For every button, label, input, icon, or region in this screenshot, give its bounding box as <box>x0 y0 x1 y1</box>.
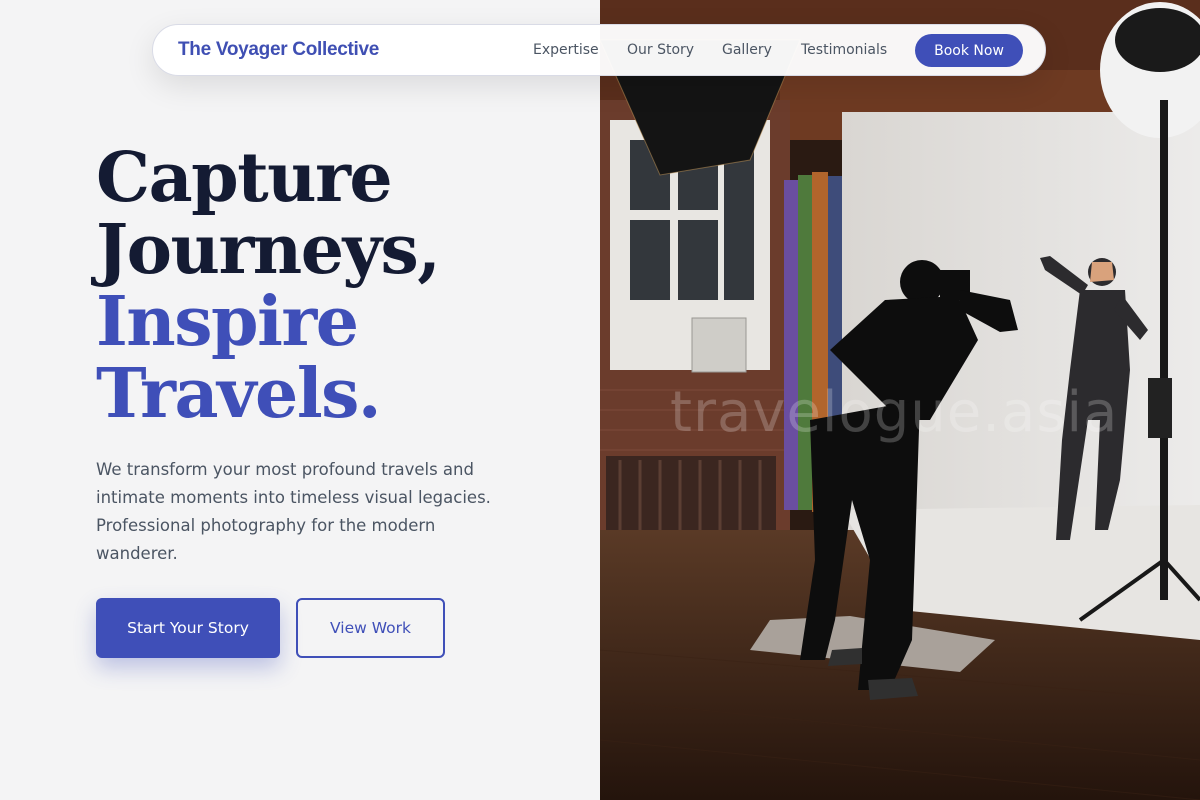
view-work-button[interactable]: View Work <box>296 598 445 658</box>
top-navigation: The Voyager Collective Expertise Our Sto… <box>152 24 1046 76</box>
hero-heading-line-3: Inspire <box>96 282 359 362</box>
nav-link-testimonials[interactable]: Testimonials <box>801 42 887 58</box>
brand-logo[interactable]: The Voyager Collective <box>178 39 379 61</box>
nav-link-our-story[interactable]: Our Story <box>627 42 694 58</box>
hero-photo: travelogue.asia <box>600 0 1200 800</box>
nav-link-expertise[interactable]: Expertise <box>533 42 599 58</box>
hero-heading-line-2: Journeys, <box>96 210 441 290</box>
photo-watermark: travelogue.asia <box>670 380 1119 445</box>
nav-link-gallery[interactable]: Gallery <box>722 42 772 58</box>
start-your-story-button[interactable]: Start Your Story <box>96 598 280 658</box>
hero-heading-line-4: Travels. <box>96 354 382 434</box>
hero-heading: Capture Journeys, Inspire Travels. <box>96 138 441 434</box>
hero-heading-line-1: Capture <box>96 138 393 218</box>
hero-description: We transform your most profound travels … <box>96 460 491 563</box>
book-now-button[interactable]: Book Now <box>915 34 1023 67</box>
